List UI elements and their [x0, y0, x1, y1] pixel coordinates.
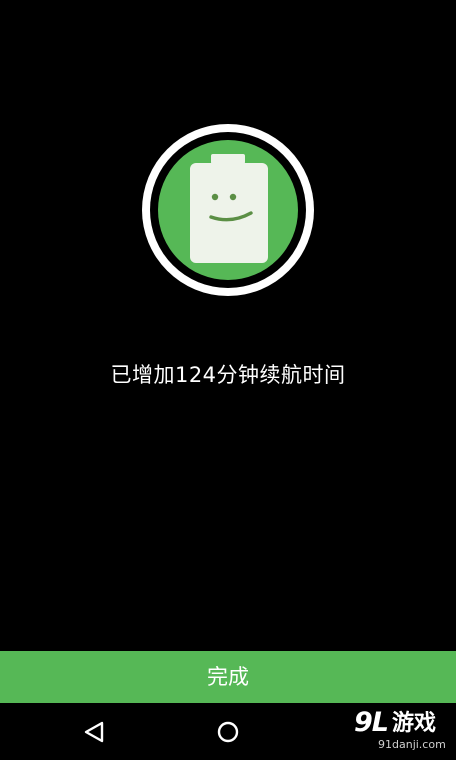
- watermark-url: 91danji.com: [378, 738, 446, 751]
- done-button[interactable]: 完成: [0, 651, 456, 703]
- back-triangle-icon: [84, 721, 104, 743]
- site-watermark: 9L 游戏 91danji.com: [350, 706, 456, 760]
- battery-extended-message: 已增加124分钟续航时间: [110, 363, 346, 387]
- home-button[interactable]: [214, 719, 242, 745]
- status-bar: [0, 0, 456, 8]
- back-button[interactable]: [80, 719, 108, 745]
- home-circle-icon: [217, 721, 239, 743]
- smiling-battery-icon: [142, 124, 314, 296]
- watermark-logo: 9L: [354, 707, 389, 738]
- watermark-title: 游戏: [392, 711, 437, 736]
- battery-badge: [139, 121, 317, 299]
- battery-saver-result-screen: 已增加124分钟续航时间 完成 9L 游戏 91danji.com: [0, 0, 456, 760]
